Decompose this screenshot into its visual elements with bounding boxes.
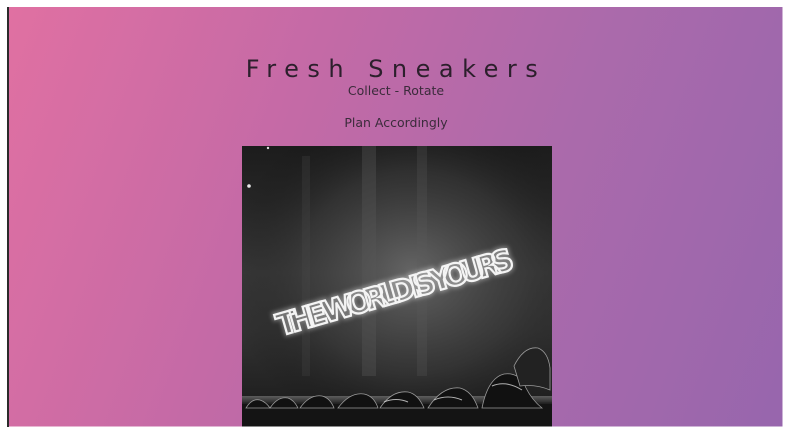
hero-image: THE WORLD IS YOURS THE WORLD IS YOURS [242,146,552,427]
page-viewport: Fresh Sneakers Collect - Rotate Plan Acc… [7,7,783,427]
neon-sign-sneaker-wall-image: THE WORLD IS YOURS THE WORLD IS YOURS [242,146,552,427]
page-subtitle: Collect - Rotate [347,83,445,98]
page-tagline: Plan Accordingly [344,115,448,130]
page-title: Fresh Sneakers [245,55,547,83]
viewport-bottom-edge [9,426,783,427]
viewport-right-edge [782,7,783,427]
